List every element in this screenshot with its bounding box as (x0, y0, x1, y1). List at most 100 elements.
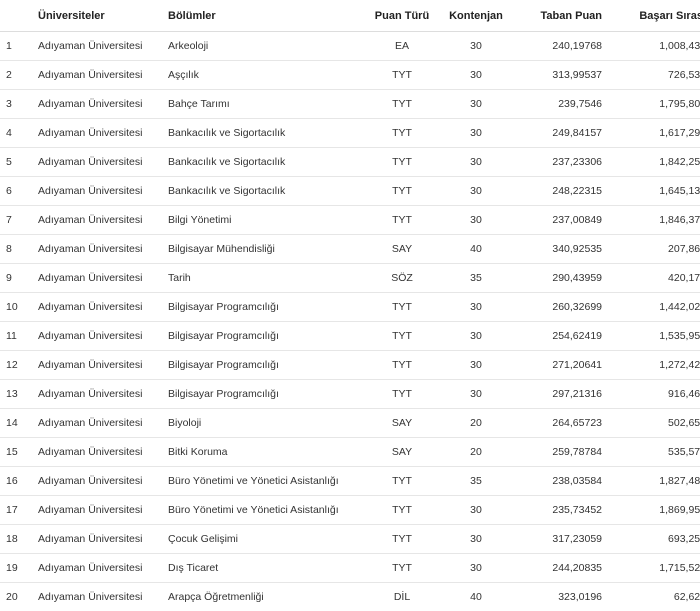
header-index (0, 0, 38, 32)
row-index-cell: 18 (0, 525, 38, 554)
header-university[interactable]: Üniversiteler (38, 0, 168, 32)
header-rank[interactable]: Başarı Sırası (602, 0, 700, 32)
table-row[interactable]: 11Adıyaman ÜniversitesiBilgisayar Progra… (0, 322, 700, 351)
table-row[interactable]: 5Adıyaman ÜniversitesiBankacılık ve Sigo… (0, 148, 700, 177)
success-rank-cell: 62,621 (602, 583, 700, 611)
success-rank-cell: 1,827,488 (602, 467, 700, 496)
base-score-cell: 317,23059 (516, 525, 602, 554)
base-score-cell: 290,43959 (516, 264, 602, 293)
quota-cell: 30 (436, 496, 516, 525)
success-rank-cell: 207,861 (602, 235, 700, 264)
score-type-cell: DİL (368, 583, 436, 611)
department-name-cell: Büro Yönetimi ve Yönetici Asistanlığı (168, 467, 368, 496)
row-index-cell: 2 (0, 61, 38, 90)
quota-cell: 30 (436, 90, 516, 119)
success-rank-cell: 1,715,520 (602, 554, 700, 583)
table-row[interactable]: 20Adıyaman ÜniversitesiArapça Öğretmenli… (0, 583, 700, 611)
department-name-cell: Arapça Öğretmenliği (168, 583, 368, 611)
table-row[interactable]: 9Adıyaman ÜniversitesiTarihSÖZ35290,4395… (0, 264, 700, 293)
department-name-cell: Dış Ticaret (168, 554, 368, 583)
department-name-cell: Bilgisayar Programcılığı (168, 351, 368, 380)
success-rank-cell: 1,645,132 (602, 177, 700, 206)
row-index-cell: 13 (0, 380, 38, 409)
university-name-cell: Adıyaman Üniversitesi (38, 148, 168, 177)
table-row[interactable]: 19Adıyaman ÜniversitesiDış TicaretTYT302… (0, 554, 700, 583)
department-name-cell: Arkeoloji (168, 32, 368, 61)
score-type-cell: TYT (368, 61, 436, 90)
quota-cell: 30 (436, 322, 516, 351)
table-row[interactable]: 12Adıyaman ÜniversitesiBilgisayar Progra… (0, 351, 700, 380)
quota-cell: 40 (436, 583, 516, 611)
department-name-cell: Biyoloji (168, 409, 368, 438)
table-row[interactable]: 6Adıyaman ÜniversitesiBankacılık ve Sigo… (0, 177, 700, 206)
university-name-cell: Adıyaman Üniversitesi (38, 119, 168, 148)
row-index-cell: 1 (0, 32, 38, 61)
table-row[interactable]: 7Adıyaman ÜniversitesiBilgi YönetimiTYT3… (0, 206, 700, 235)
university-name-cell: Adıyaman Üniversitesi (38, 206, 168, 235)
row-index-cell: 6 (0, 177, 38, 206)
base-score-cell: 264,65723 (516, 409, 602, 438)
table-row[interactable]: 2Adıyaman ÜniversitesiAşçılıkTYT30313,99… (0, 61, 700, 90)
table-row[interactable]: 17Adıyaman ÜniversitesiBüro Yönetimi ve … (0, 496, 700, 525)
score-type-cell: TYT (368, 467, 436, 496)
quota-cell: 20 (436, 409, 516, 438)
base-score-cell: 237,00849 (516, 206, 602, 235)
table-row[interactable]: 4Adıyaman ÜniversitesiBankacılık ve Sigo… (0, 119, 700, 148)
table-row[interactable]: 15Adıyaman ÜniversitesiBitki KorumaSAY20… (0, 438, 700, 467)
row-index-cell: 10 (0, 293, 38, 322)
row-index-cell: 3 (0, 90, 38, 119)
score-type-cell: EA (368, 32, 436, 61)
table-row[interactable]: 8Adıyaman ÜniversitesiBilgisayar Mühendi… (0, 235, 700, 264)
university-name-cell: Adıyaman Üniversitesi (38, 322, 168, 351)
score-type-cell: TYT (368, 206, 436, 235)
success-rank-cell: 726,531 (602, 61, 700, 90)
table-row[interactable]: 13Adıyaman ÜniversitesiBilgisayar Progra… (0, 380, 700, 409)
table-row[interactable]: 16Adıyaman ÜniversitesiBüro Yönetimi ve … (0, 467, 700, 496)
quota-cell: 20 (436, 438, 516, 467)
header-quota[interactable]: Kontenjan (436, 0, 516, 32)
success-rank-cell: 420,174 (602, 264, 700, 293)
base-score-cell: 238,03584 (516, 467, 602, 496)
table-row[interactable]: 1Adıyaman ÜniversitesiArkeolojiEA30240,1… (0, 32, 700, 61)
base-score-cell: 297,21316 (516, 380, 602, 409)
table-row[interactable]: 14Adıyaman ÜniversitesiBiyolojiSAY20264,… (0, 409, 700, 438)
header-department[interactable]: Bölümler (168, 0, 368, 32)
score-type-cell: SAY (368, 235, 436, 264)
department-name-cell: Bilgisayar Programcılığı (168, 293, 368, 322)
score-type-cell: TYT (368, 322, 436, 351)
base-score-cell: 237,23306 (516, 148, 602, 177)
quota-cell: 30 (436, 148, 516, 177)
row-index-cell: 15 (0, 438, 38, 467)
university-name-cell: Adıyaman Üniversitesi (38, 409, 168, 438)
university-name-cell: Adıyaman Üniversitesi (38, 177, 168, 206)
success-rank-cell: 1,535,950 (602, 322, 700, 351)
header-base-score[interactable]: Taban Puan (516, 0, 602, 32)
header-score-type[interactable]: Puan Türü (368, 0, 436, 32)
university-name-cell: Adıyaman Üniversitesi (38, 525, 168, 554)
quota-cell: 40 (436, 235, 516, 264)
base-score-cell: 259,78784 (516, 438, 602, 467)
quota-cell: 30 (436, 206, 516, 235)
table-row[interactable]: 3Adıyaman ÜniversitesiBahçe TarımıTYT302… (0, 90, 700, 119)
university-name-cell: Adıyaman Üniversitesi (38, 90, 168, 119)
table-header: Üniversiteler Bölümler Puan Türü Kontenj… (0, 0, 700, 32)
base-score-cell: 244,20835 (516, 554, 602, 583)
score-type-cell: TYT (368, 351, 436, 380)
success-rank-cell: 1,846,378 (602, 206, 700, 235)
department-name-cell: Bankacılık ve Sigortacılık (168, 148, 368, 177)
table-row[interactable]: 10Adıyaman ÜniversitesiBilgisayar Progra… (0, 293, 700, 322)
row-index-cell: 12 (0, 351, 38, 380)
department-name-cell: Bankacılık ve Sigortacılık (168, 177, 368, 206)
table-row[interactable]: 18Adıyaman ÜniversitesiÇocuk GelişimiTYT… (0, 525, 700, 554)
success-rank-cell: 1,272,428 (602, 351, 700, 380)
score-type-cell: TYT (368, 525, 436, 554)
header-row: Üniversiteler Bölümler Puan Türü Kontenj… (0, 0, 700, 32)
quota-cell: 30 (436, 293, 516, 322)
university-name-cell: Adıyaman Üniversitesi (38, 61, 168, 90)
quota-cell: 30 (436, 177, 516, 206)
table-body: 1Adıyaman ÜniversitesiArkeolojiEA30240,1… (0, 32, 700, 611)
department-name-cell: Bankacılık ve Sigortacılık (168, 119, 368, 148)
row-index-cell: 14 (0, 409, 38, 438)
row-index-cell: 11 (0, 322, 38, 351)
success-rank-cell: 1,008,437 (602, 32, 700, 61)
